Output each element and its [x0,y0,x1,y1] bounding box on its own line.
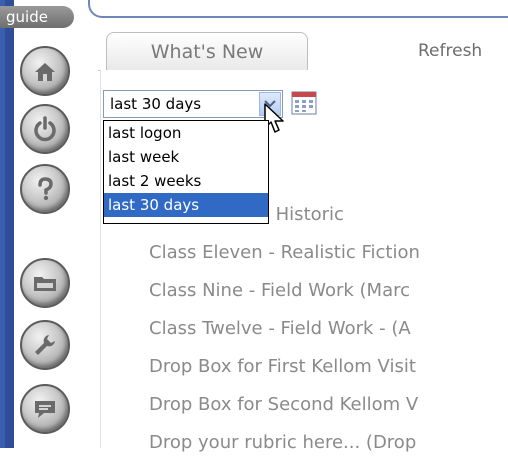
list-item[interactable]: Class Twelve - Field Work - (A [149,310,508,348]
option-last-week[interactable]: last week [104,145,268,169]
help-button[interactable] [20,164,70,214]
wrench-icon [35,335,55,355]
help-icon [38,177,53,201]
guide-tab[interactable]: guide [0,6,74,28]
option-last-30-days[interactable]: last 30 days [104,193,268,217]
chat-icon [35,401,55,418]
date-range-dropdown: last logon last week last 2 weeks last 3… [103,120,269,224]
option-last-2-weeks[interactable]: last 2 weeks [104,169,268,193]
list-item[interactable]: Class Nine - Field Work (Marc [149,272,508,310]
rail-band [0,0,14,448]
home-button[interactable] [20,46,70,96]
tab-whats-new[interactable]: What's New [106,32,308,70]
refresh-link[interactable]: Refresh [418,32,482,70]
home-icon [35,63,55,81]
date-range-select[interactable]: last 30 days [103,90,283,118]
folder-button[interactable] [20,258,70,308]
date-range-value: last 30 days [110,95,202,113]
guide-rail: guide [0,0,88,448]
calendar-icon[interactable] [291,91,317,115]
power-button[interactable] [20,104,70,154]
tools-button[interactable] [20,320,70,370]
list-item[interactable]: Class Eleven - Realistic Fiction [149,234,508,272]
option-last-logon[interactable]: last logon [104,121,268,145]
whats-new-panel: What's New Refresh Class Seven - Histori… [88,0,508,453]
folder-icon [34,277,56,291]
list-item[interactable]: Drop Box for First Kellom Visit [149,348,508,386]
power-icon [34,116,56,142]
chat-button[interactable] [20,384,70,434]
list-item[interactable]: Drop your rubric here... (Drop [149,424,508,462]
content-area: Class Seven - Historic Class Eleven - Re… [100,70,508,453]
tab-strip: What's New Refresh [98,32,508,71]
panel-frame [88,0,508,18]
list-item[interactable]: Drop Box for Second Kellom V [149,386,508,424]
